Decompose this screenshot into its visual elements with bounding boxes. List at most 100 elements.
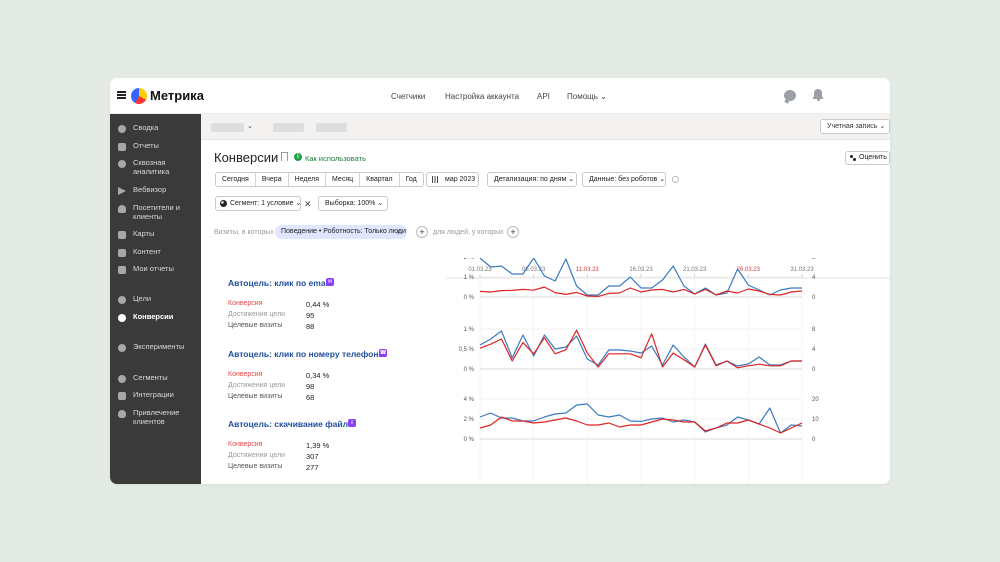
metric-label-visits: Целевые визиты — [228, 393, 283, 400]
menu-icon[interactable] — [117, 91, 126, 99]
metric-label-achievements: Достижения цели — [228, 382, 286, 389]
add-visit-condition-button[interactable]: + — [416, 226, 428, 238]
left-axis-tick-label: 1 % — [464, 275, 475, 281]
left-axis-tick-label: 0,5 % — [459, 347, 475, 353]
left-axis-tick-label: 0 % — [464, 295, 475, 301]
date-button-label: мар 2023 — [445, 176, 476, 183]
metric-label-conversion: Конверсия — [228, 441, 263, 448]
filter-chip[interactable]: Поведение • Роботность: Только люди ✕ — [275, 225, 407, 239]
metrika-logo-icon — [131, 88, 147, 104]
calendar-icon — [432, 176, 439, 183]
sidebar: Сводка Отчеты Сквозная аналитика Вебвизо… — [110, 114, 201, 484]
right-axis-tick-label: 0 — [812, 367, 816, 373]
nav-account-settings[interactable]: Настройка аккаунта — [445, 92, 519, 101]
sidebar-item-label: Эксперименты — [133, 342, 185, 351]
metric-label-visits: Целевые визиты — [228, 322, 283, 329]
period-yesterday[interactable]: Вчера — [255, 173, 289, 186]
segment-button[interactable]: Сегмент: 1 условие ⌄ — [215, 196, 301, 211]
nav-help[interactable]: Помощь ⌄ — [567, 92, 607, 101]
period-month[interactable]: Месяц — [326, 173, 361, 186]
metric-label-visits: Целевые визиты — [228, 463, 283, 470]
download-icon: ⇩ — [348, 419, 356, 427]
bookmark-icon[interactable] — [281, 152, 288, 161]
x-tick-label: 01.03.23 — [468, 267, 492, 273]
left-axis-tick-label: 2 % — [464, 417, 475, 423]
page-title: Конверсии — [214, 150, 279, 165]
email-icon: ✉ — [326, 278, 334, 286]
gear-icon — [118, 160, 126, 168]
metric-value-visits: 277 — [306, 463, 319, 472]
period-week[interactable]: Неделя — [288, 173, 327, 186]
sidebar-item-label: Сводка — [133, 123, 159, 132]
period-quarter[interactable]: Квартал — [360, 173, 400, 186]
close-icon[interactable]: ✕ — [304, 199, 312, 210]
phone-icon: ☎ — [379, 349, 387, 357]
sidebar-item-label: Привлечение клиентов — [133, 408, 180, 426]
x-tick-label: 31.03.23 — [790, 267, 814, 273]
detail-button[interactable]: Детализация: по дням ⌄ — [487, 172, 577, 187]
data-button[interactable]: Данные: без роботов ⌄ — [582, 172, 666, 187]
sidebar-item-label: Контент — [133, 247, 161, 256]
chevron-down-icon[interactable]: ⌄ — [247, 122, 253, 130]
sidebar-item-label: Интеграции — [133, 390, 174, 399]
rate-icon — [850, 155, 856, 161]
nav-counters[interactable]: Счетчики — [391, 92, 425, 101]
bell-icon[interactable] — [813, 89, 823, 101]
date-button[interactable]: мар 2023 — [426, 172, 479, 187]
sidebar-item-label: Отчеты — [133, 141, 159, 150]
target-icon — [118, 296, 126, 304]
pie-icon — [118, 375, 126, 383]
flame-icon — [118, 410, 126, 418]
segment-button-label: Сегмент: 1 условие ⌄ — [230, 200, 302, 207]
account-button[interactable]: Учетная запись ⌄ — [820, 119, 890, 134]
nav-api[interactable]: API — [537, 92, 550, 101]
info-icon[interactable] — [672, 176, 679, 183]
sidebar-item-label: Посетители и клиенты — [133, 203, 180, 221]
period-year[interactable]: Год — [399, 173, 423, 186]
x-tick-label: 16.03.23 — [629, 267, 653, 273]
goal-title[interactable]: Автоцель: клик по номеру телефона — [228, 349, 383, 359]
rate-button[interactable]: Оценить — [845, 151, 890, 165]
counter-bar: ⌄ Учетная запись ⌄ — [201, 114, 890, 140]
x-tick-label: 11.03.23 — [576, 267, 600, 273]
sidebar-item-label: Сквозная аналитика — [133, 158, 170, 176]
sidebar-item-label: Сегменты — [133, 373, 168, 382]
sidebar-item-label: Мои отчеты — [133, 264, 174, 273]
content-icon — [118, 249, 126, 257]
right-axis-tick-label: 20 — [812, 397, 819, 403]
sidebar-item-label: Конверсии — [133, 312, 174, 321]
info-icon: i — [294, 153, 302, 161]
metric-value-visits: 68 — [306, 393, 315, 402]
metric-value-visits: 88 — [306, 322, 315, 331]
right-axis-tick-label: 10 — [812, 417, 819, 423]
period-today[interactable]: Сегодня — [216, 173, 256, 186]
metric-value-conversion: 0,34 % — [306, 371, 330, 380]
app-logo-text[interactable]: Метрика — [150, 88, 204, 103]
people-label: для людей, у которых — [433, 229, 504, 236]
app-window: Метрика Счетчики Настройка аккаунта API … — [110, 78, 890, 484]
goal-title[interactable]: Автоцель: скачивание файла — [228, 419, 353, 429]
monitor-icon — [118, 266, 126, 274]
add-people-condition-button[interactable]: + — [507, 226, 519, 238]
left-axis-tick-label: 2 % — [464, 258, 475, 261]
breadcrumb — [273, 123, 304, 132]
top-bar: Метрика Счетчики Настройка аккаунта API … — [110, 78, 890, 114]
left-axis-tick-label: 4 % — [464, 397, 475, 403]
sample-button[interactable]: Выборка: 100% ⌄ — [318, 196, 388, 211]
close-icon[interactable]: ✕ — [395, 225, 402, 239]
gauge-icon — [118, 125, 126, 133]
right-axis-tick-label: 4 — [812, 347, 816, 353]
goal-title[interactable]: Автоцель: клик по email — [228, 278, 330, 288]
puzzle-icon — [118, 392, 126, 400]
counter-selector[interactable] — [211, 123, 244, 132]
right-axis-tick-label: 8 — [812, 327, 816, 333]
main-content: ⌄ Учетная запись ⌄ Конверсии i Как испол… — [201, 114, 890, 484]
metric-value-achievements: 98 — [306, 382, 315, 391]
rate-button-label: Оценить — [859, 154, 887, 161]
breadcrumb — [316, 123, 347, 132]
metric-value-conversion: 1,39 % — [306, 441, 330, 450]
chat-icon[interactable] — [784, 90, 796, 101]
x-tick-label: 21.03.23 — [683, 267, 707, 273]
help-link[interactable]: Как использовать — [305, 154, 366, 163]
bar-chart-icon — [118, 143, 126, 151]
